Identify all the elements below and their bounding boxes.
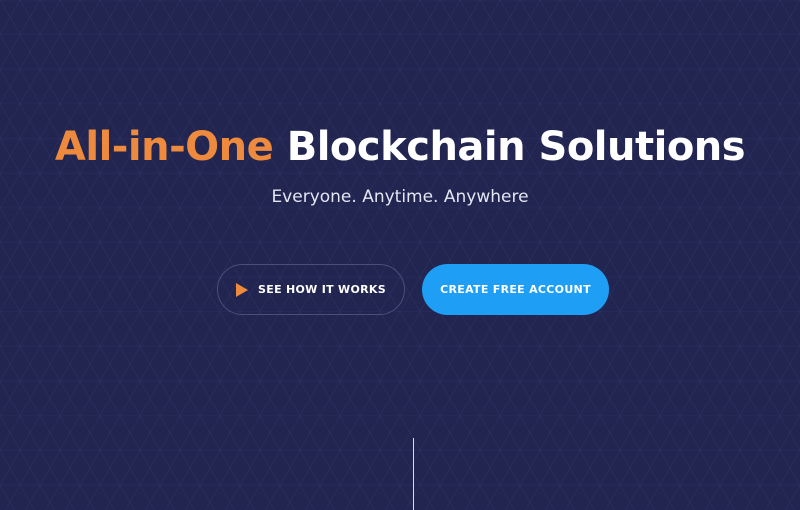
hero-title-accent: All-in-One — [54, 124, 274, 170]
play-icon — [236, 282, 249, 297]
hero-subtitle: Everyone. Anytime. Anywhere — [271, 187, 529, 207]
create-free-account-button[interactable]: CREATE FREE ACCOUNT — [422, 264, 609, 315]
see-how-it-works-button[interactable]: SEE HOW IT WORKS — [217, 264, 405, 315]
hero-title-rest: Blockchain Solutions — [286, 124, 746, 170]
see-how-it-works-label: SEE HOW IT WORKS — [258, 283, 386, 296]
create-free-account-label: CREATE FREE ACCOUNT — [440, 283, 591, 296]
hero-section: All-in-One Blockchain Solutions Everyone… — [0, 0, 800, 510]
scroll-indicator-line — [413, 438, 414, 510]
hero-title: All-in-One Blockchain Solutions — [0, 124, 800, 170]
